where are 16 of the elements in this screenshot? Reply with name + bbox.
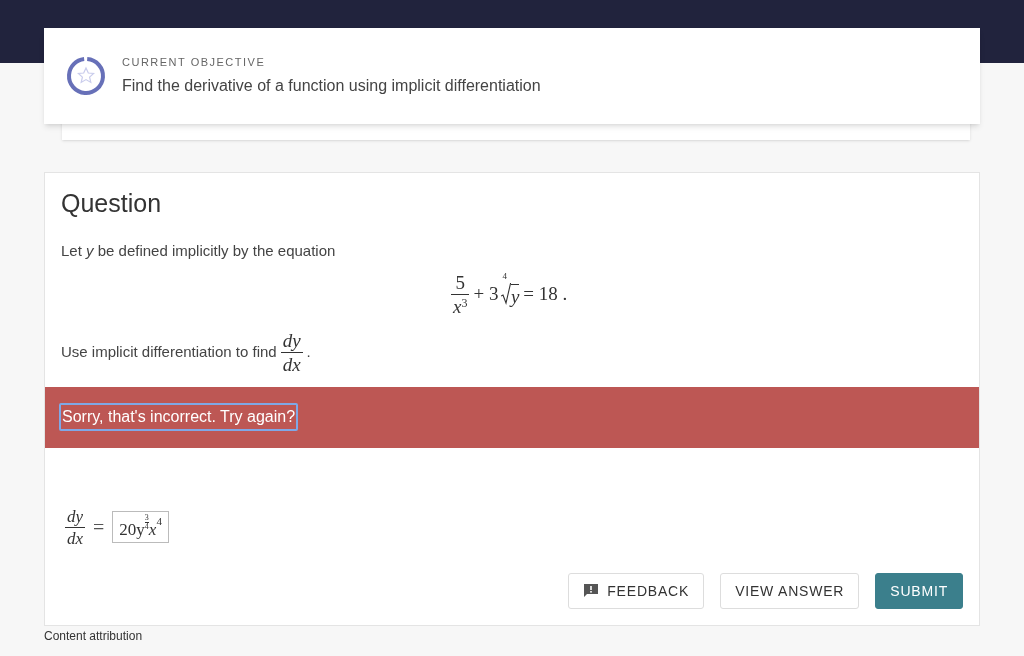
radical-sign-icon [500, 282, 511, 305]
equals-sign: = [93, 515, 105, 540]
objective-text: Find the derivative of a function using implicit differentiation [122, 76, 541, 97]
submit-button[interactable]: SUBMIT [875, 573, 963, 609]
derivative-fraction: dy dx [65, 507, 86, 547]
feedback-button[interactable]: FEEDBACK [568, 573, 705, 609]
content-attribution-link[interactable]: Content attribution [44, 630, 980, 642]
feedback-message[interactable]: Sorry, that's incorrect. Try again? [59, 403, 299, 431]
objective-label: CURRENT OBJECTIVE [122, 54, 267, 70]
period: . [306, 342, 311, 363]
prompt-text: Use implicit differentiation to find [61, 342, 277, 363]
question-text: Let y be defined implicitly by the equation [61, 241, 337, 261]
comment-alert-icon [583, 583, 600, 599]
derivative-fraction: dy dx [280, 331, 303, 374]
secondary-button[interactable]: VIEW ANSWER [720, 573, 860, 609]
question-title: Question [61, 191, 163, 216]
